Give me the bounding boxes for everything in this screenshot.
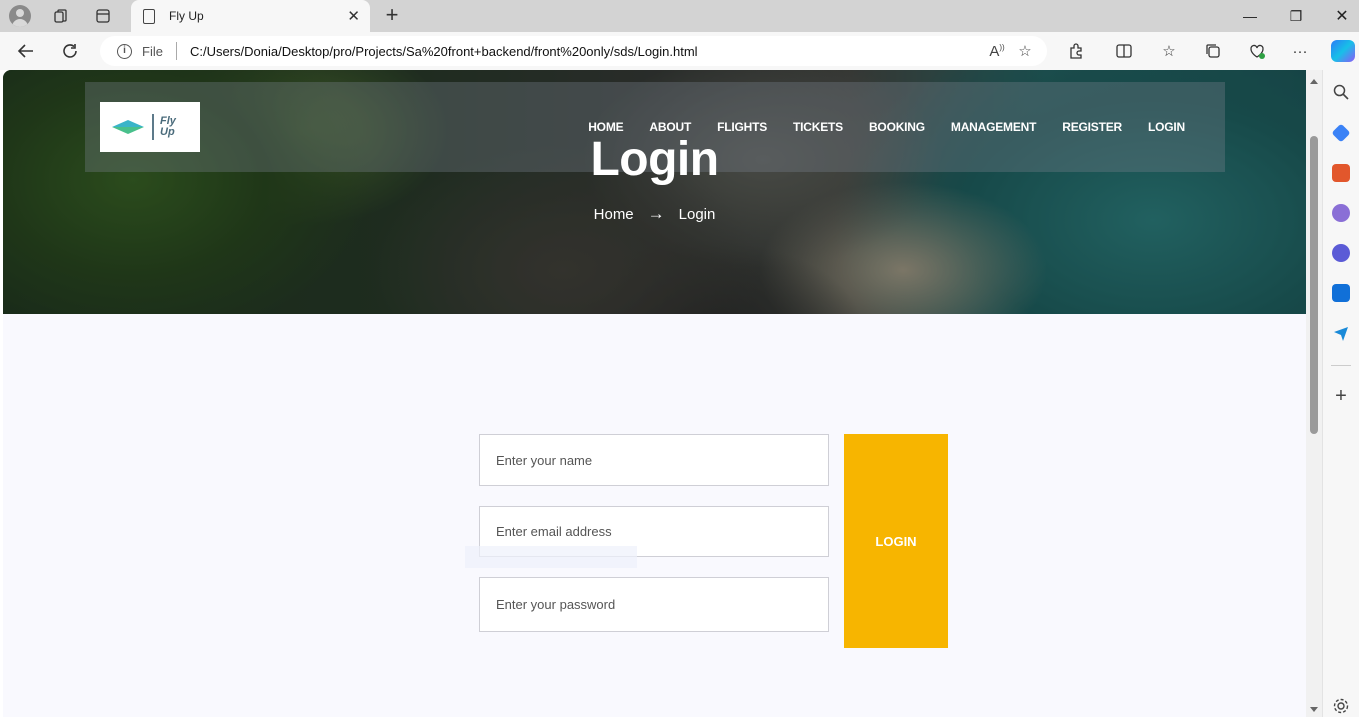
scroll-up-arrow[interactable]	[1310, 79, 1318, 84]
outlook-icon[interactable]	[1332, 284, 1350, 302]
scroll-down-arrow[interactable]	[1310, 707, 1318, 712]
copilot-app-icon[interactable]	[1332, 244, 1350, 262]
refresh-button[interactable]	[58, 39, 82, 63]
info-icon[interactable]: i	[117, 43, 132, 59]
browser-toolbar: i File C:/Users/Donia/Desktop/pro/Projec…	[0, 32, 1359, 70]
settings-gear-icon[interactable]	[1332, 697, 1350, 715]
browser-essentials-icon[interactable]	[1246, 40, 1268, 62]
tab-title: Fly Up	[169, 9, 204, 23]
breadcrumb-home[interactable]: Home	[594, 206, 634, 223]
search-icon[interactable]	[1332, 83, 1350, 101]
favorites-icon[interactable]: ☆	[1158, 40, 1180, 62]
breadcrumb-current: Login	[678, 206, 716, 223]
collections-icon[interactable]	[1202, 40, 1224, 62]
read-aloud-icon[interactable]: A))	[983, 43, 1011, 60]
divider	[175, 42, 177, 60]
title-bar: Fly Up ✕ + ― ❐ ✕	[0, 0, 1359, 32]
page-icon	[143, 8, 155, 24]
url-text[interactable]: C:/Users/Donia/Desktop/pro/Projects/Sa%2…	[190, 44, 983, 59]
sidebar-divider	[1331, 365, 1351, 366]
scrollbar-thumb[interactable]	[1310, 136, 1318, 434]
page-title: Login	[590, 133, 719, 186]
login-button[interactable]: LOGIN	[844, 434, 948, 648]
copilot-icon[interactable]	[1331, 40, 1355, 62]
breadcrumb: Home → Login	[3, 204, 1306, 224]
name-input[interactable]: Enter your name	[479, 434, 829, 486]
extensions-icon[interactable]	[1065, 40, 1087, 62]
scheme-label: File	[142, 43, 163, 59]
add-icon[interactable]: +	[1332, 386, 1350, 406]
workspaces-icon[interactable]	[49, 4, 73, 28]
browser-tab[interactable]: Fly Up ✕	[131, 0, 370, 32]
close-tab-icon[interactable]: ✕	[347, 7, 360, 25]
password-input[interactable]: Enter your password	[479, 577, 829, 632]
vertical-tabs-icon[interactable]	[91, 4, 115, 28]
back-button[interactable]	[14, 39, 38, 63]
address-bar[interactable]: i File C:/Users/Donia/Desktop/pro/Projec…	[100, 36, 1047, 66]
split-screen-icon[interactable]	[1113, 40, 1135, 62]
send-icon[interactable]	[1332, 324, 1350, 342]
minimize-button[interactable]: ―	[1227, 0, 1273, 32]
more-menu-icon[interactable]: ···	[1289, 40, 1311, 62]
tools-icon[interactable]	[1332, 164, 1350, 182]
page-scrollbar[interactable]	[1306, 70, 1322, 717]
page-viewport: Fly Up HOME ABOUT FLIGHTS TICKETS BOOKIN…	[3, 70, 1306, 717]
hero-banner: Fly Up HOME ABOUT FLIGHTS TICKETS BOOKIN…	[3, 70, 1306, 314]
autofill-hint	[465, 546, 637, 568]
edge-sidebar: +	[1322, 70, 1359, 717]
games-icon[interactable]	[1332, 204, 1350, 222]
shopping-tag-icon[interactable]	[1331, 123, 1351, 143]
restore-button[interactable]: ❐	[1273, 0, 1319, 32]
arrow-right-icon: →	[647, 204, 665, 223]
profile-avatar[interactable]	[9, 5, 31, 27]
close-window-button[interactable]: ✕	[1319, 0, 1359, 32]
new-tab-button[interactable]: +	[380, 4, 404, 28]
favorite-star-icon[interactable]: ☆	[1011, 42, 1039, 60]
